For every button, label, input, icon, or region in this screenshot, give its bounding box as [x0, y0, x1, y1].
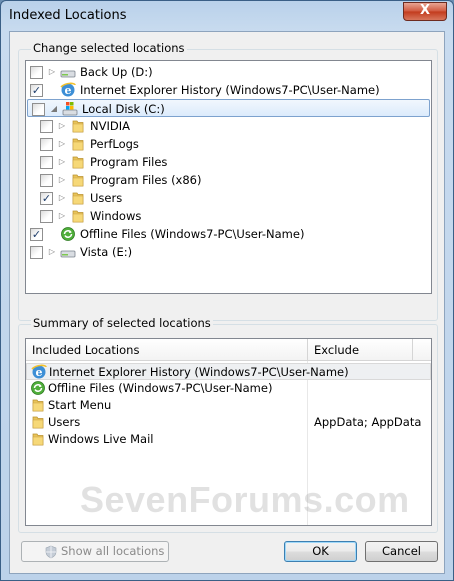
expand-arrow-icon[interactable]: ▷ [58, 121, 66, 131]
windows-drive-icon [62, 101, 78, 117]
ok-button[interactable]: OK [284, 541, 357, 562]
checkbox[interactable] [30, 246, 43, 259]
cancel-button[interactable]: Cancel [365, 541, 438, 562]
checkbox[interactable] [40, 120, 53, 133]
folder-icon [70, 190, 86, 206]
checkbox[interactable] [40, 138, 53, 151]
checkbox[interactable] [32, 103, 45, 116]
collapse-arrow-icon[interactable]: ◢ [50, 104, 58, 114]
folder-icon [30, 414, 46, 430]
tree-item[interactable]: ◢ Local Disk (C:) [27, 99, 430, 117]
tree-item-label: Program Files (x86) [90, 173, 202, 187]
summary-row[interactable]: Users AppData; AppData [26, 414, 431, 431]
tree-item[interactable]: ▷ Program Files (x86) [26, 171, 431, 189]
summary-list-header: Included Locations Exclude [26, 339, 431, 361]
column-divider[interactable] [307, 339, 308, 361]
watermark: SevenForums.com [80, 479, 410, 520]
close-button[interactable]: X [403, 2, 447, 21]
included-location: Start Menu [48, 398, 112, 412]
ie-icon: e [60, 82, 76, 98]
checkbox-checked[interactable]: ✓ [30, 84, 43, 97]
tree-item-label: Internet Explorer History (Windows7-PC\U… [80, 83, 380, 97]
checkbox-checked[interactable]: ✓ [40, 192, 53, 205]
summary-row[interactable]: Start Menu [26, 397, 431, 414]
dialog-client: Change selected locations ▷ Back Up (D:) ✓… [9, 31, 445, 574]
included-location: Users [48, 415, 81, 429]
tree-item[interactable]: ✓ Offline Files (Windows7-PC\User-Name) [26, 225, 431, 243]
tree-item[interactable]: ▷ Windows [26, 207, 431, 225]
drive-icon [60, 64, 76, 80]
folder-icon [70, 172, 86, 188]
included-location: Windows Live Mail [48, 432, 154, 446]
ie-icon: e [31, 364, 47, 380]
tree-item[interactable]: ▷ Vista (E:) [26, 243, 431, 261]
summary-label: Summary of selected locations [31, 316, 213, 330]
included-location: Offline Files (Windows7-PC\User-Name) [48, 381, 273, 395]
tree-item-label: Local Disk (C:) [82, 102, 165, 116]
folder-icon [70, 136, 86, 152]
tree-item-label: Users [90, 191, 123, 205]
checkbox[interactable] [30, 66, 43, 79]
checkbox[interactable] [40, 156, 53, 169]
expand-arrow-icon[interactable]: ▷ [58, 193, 66, 203]
tree-item[interactable]: ✓ ▷ Users [26, 189, 431, 207]
tree-item[interactable]: ▷ PerfLogs [26, 135, 431, 153]
tree-item[interactable]: ▷ Program Files [26, 153, 431, 171]
window-title: Indexed Locations [9, 8, 127, 23]
locations-tree[interactable]: ▷ Back Up (D:) ✓ e Internet Explorer History… [25, 60, 432, 294]
expand-arrow-icon[interactable]: ▷ [58, 175, 66, 185]
summary-row[interactable]: Windows Live Mail [26, 431, 431, 448]
column-included-locations[interactable]: Included Locations [32, 343, 139, 357]
tree-item-label: Program Files [90, 155, 168, 169]
drive-icon [60, 244, 76, 260]
summary-rows: e Internet Explorer History (Windows7-PC\… [26, 361, 431, 448]
tree-item-label: Back Up (D:) [80, 65, 153, 79]
checkbox[interactable] [40, 174, 53, 187]
included-location: Internet Explorer History (Windows7-PC\U… [49, 365, 349, 379]
tree-item[interactable]: ▷ NVIDIA [26, 117, 431, 135]
summary-row[interactable]: e Internet Explorer History (Windows7-PC\… [26, 363, 431, 380]
tree-item-label: NVIDIA [90, 119, 130, 133]
title-bar[interactable]: Indexed Locations X [1, 1, 453, 31]
checkbox[interactable] [40, 210, 53, 223]
column-divider[interactable] [412, 339, 413, 361]
svg-text:e: e [36, 366, 43, 379]
tree-item[interactable]: ✓ e Internet Explorer History (Windows7-PC… [26, 81, 431, 99]
expand-arrow-icon[interactable]: ▷ [58, 157, 66, 167]
svg-text:e: e [65, 84, 72, 97]
summary-row[interactable]: Offline Files (Windows7-PC\User-Name) [26, 380, 431, 397]
expand-arrow-icon[interactable]: ▷ [58, 139, 66, 149]
expand-arrow-icon[interactable]: ▷ [48, 67, 56, 77]
tree-item-label: Vista (E:) [80, 245, 133, 259]
folder-icon [70, 208, 86, 224]
tree-item-label: Offline Files (Windows7-PC\User-Name) [80, 227, 305, 241]
show-all-locations-button[interactable]: Show all locations [21, 541, 169, 562]
offline-files-icon [60, 226, 76, 242]
folder-icon [30, 431, 46, 447]
show-all-locations-label: Show all locations [61, 544, 165, 558]
folder-icon [70, 118, 86, 134]
tree-item-label: PerfLogs [90, 137, 139, 151]
indexed-locations-window: Indexed Locations X Change selected loca… [0, 0, 454, 581]
folder-icon [30, 397, 46, 413]
uac-shield-icon [45, 545, 57, 559]
expand-arrow-icon[interactable]: ▷ [48, 247, 56, 257]
tree-item[interactable]: ▷ Back Up (D:) [26, 63, 431, 81]
checkbox-checked[interactable]: ✓ [30, 228, 43, 241]
folder-icon [70, 154, 86, 170]
exclude-value: AppData; AppData [314, 415, 422, 429]
offline-files-icon [30, 380, 46, 396]
tree-item-label: Windows [90, 209, 142, 223]
change-locations-label: Change selected locations [31, 41, 187, 55]
expand-arrow-icon[interactable]: ▷ [58, 211, 66, 221]
column-exclude[interactable]: Exclude [314, 343, 359, 357]
